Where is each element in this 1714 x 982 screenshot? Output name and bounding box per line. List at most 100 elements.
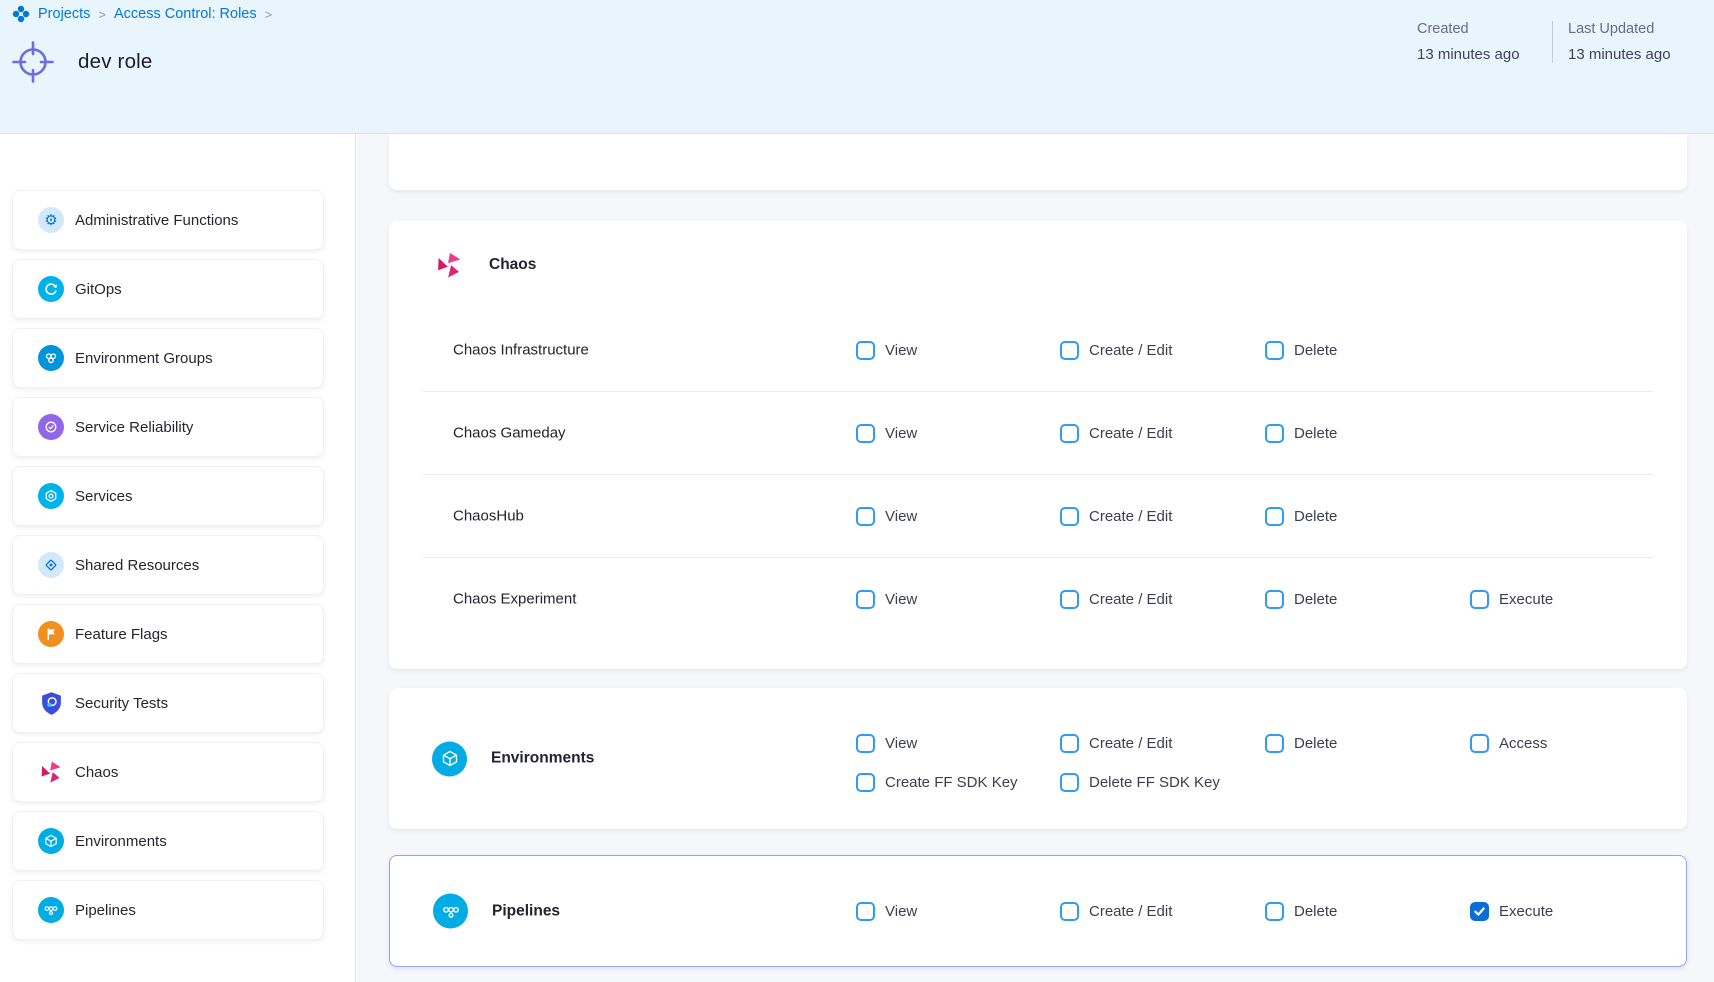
- permission-row-chaos-gameday: Chaos Gameday View Create / Edit Delete: [389, 392, 1687, 474]
- sidebar-item-label: Feature Flags: [75, 626, 168, 643]
- permission-view[interactable]: View: [856, 590, 1060, 609]
- last-updated-block: Last Updated 13 minutes ago: [1552, 21, 1714, 63]
- checkbox[interactable]: [856, 424, 875, 443]
- checkbox[interactable]: [1060, 424, 1079, 443]
- page-header: Projects > Access Control: Roles > dev r…: [0, 0, 1714, 133]
- permission-label: Create / Edit: [1089, 735, 1172, 752]
- module-title: Chaos: [489, 256, 536, 274]
- created-label: Created: [1417, 21, 1552, 37]
- breadcrumb-projects[interactable]: Projects: [38, 6, 90, 22]
- checkbox[interactable]: [1265, 734, 1284, 753]
- checkbox[interactable]: [1060, 734, 1079, 753]
- permission-create-edit[interactable]: Create / Edit: [1060, 734, 1265, 753]
- permission-access[interactable]: Access: [1470, 734, 1547, 753]
- checkbox[interactable]: [856, 590, 875, 609]
- permission-delete[interactable]: Delete: [1265, 590, 1470, 609]
- permission-label: Delete: [1294, 735, 1337, 752]
- checkbox[interactable]: [1060, 507, 1079, 526]
- resource-category-sidebar: ⚙ Administrative Functions GitOps Enviro…: [0, 134, 356, 982]
- checkbox[interactable]: [1060, 773, 1079, 792]
- checkbox[interactable]: [856, 773, 875, 792]
- chaos-permissions-card: Chaos Chaos Infrastructure View Create /…: [389, 221, 1687, 669]
- permission-label: Execute: [1499, 903, 1553, 920]
- permission-execute[interactable]: Execute: [1470, 590, 1687, 609]
- permission-label: Create / Edit: [1089, 903, 1172, 920]
- sidebar-item-administrative-functions[interactable]: ⚙ Administrative Functions: [12, 190, 324, 250]
- permission-delete[interactable]: Delete: [1265, 424, 1470, 443]
- checkbox[interactable]: [1265, 341, 1284, 360]
- sidebar-item-shared-resources[interactable]: Shared Resources: [12, 535, 324, 595]
- sidebar-item-label: Security Tests: [75, 695, 168, 712]
- permission-delete-ff-sdk-key[interactable]: Delete FF SDK Key: [1060, 773, 1265, 792]
- sidebar-item-label: Pipelines: [75, 902, 136, 919]
- sidebar-item-gitops[interactable]: GitOps: [12, 259, 324, 319]
- permission-label: Create / Edit: [1089, 508, 1172, 525]
- checkbox[interactable]: [1060, 341, 1079, 360]
- breadcrumb-separator: >: [98, 7, 106, 22]
- permission-delete[interactable]: Delete: [1265, 734, 1470, 753]
- resource-label: ChaosHub: [453, 508, 524, 525]
- permission-create-edit[interactable]: Create / Edit: [1060, 341, 1265, 360]
- sidebar-item-feature-flags[interactable]: Feature Flags: [12, 604, 324, 664]
- page-title: dev role: [78, 50, 153, 74]
- permission-label: View: [885, 425, 917, 442]
- checkbox[interactable]: [1470, 734, 1489, 753]
- resource-label: Chaos Infrastructure: [453, 342, 589, 359]
- checkbox[interactable]: [1060, 590, 1079, 609]
- permission-view[interactable]: View: [856, 734, 1060, 753]
- permission-label: Create FF SDK Key: [885, 774, 1018, 791]
- permission-execute[interactable]: Execute: [1470, 902, 1553, 921]
- permission-label: View: [885, 508, 917, 525]
- sidebar-item-chaos[interactable]: Chaos: [12, 742, 324, 802]
- projects-logo-icon: [12, 5, 30, 23]
- permission-create-edit[interactable]: Create / Edit: [1060, 507, 1265, 526]
- permission-label: View: [885, 735, 917, 752]
- sidebar-item-environments[interactable]: Environments: [12, 811, 324, 871]
- pipelines-chain-icon: [433, 894, 468, 929]
- permission-label: Delete: [1294, 903, 1337, 920]
- breadcrumb-roles[interactable]: Access Control: Roles: [114, 6, 257, 22]
- checkbox[interactable]: [856, 902, 875, 921]
- permission-view[interactable]: View: [856, 507, 1060, 526]
- sidebar-item-security-tests[interactable]: Security Tests: [12, 673, 324, 733]
- permission-row-chaos-infrastructure: Chaos Infrastructure View Create / Edit …: [389, 309, 1687, 391]
- permission-create-edit[interactable]: Create / Edit: [1060, 902, 1265, 921]
- permission-delete[interactable]: Delete: [1265, 902, 1470, 921]
- sidebar-item-pipelines[interactable]: Pipelines: [12, 880, 324, 940]
- permission-view[interactable]: View: [856, 902, 1060, 921]
- checkbox[interactable]: [856, 341, 875, 360]
- permission-delete[interactable]: Delete: [1265, 507, 1470, 526]
- permission-label: Create / Edit: [1089, 342, 1172, 359]
- permission-view[interactable]: View: [856, 341, 1060, 360]
- permission-delete[interactable]: Delete: [1265, 341, 1470, 360]
- checkbox[interactable]: [1265, 424, 1284, 443]
- permission-create-edit[interactable]: Create / Edit: [1060, 424, 1265, 443]
- checkbox[interactable]: [1470, 590, 1489, 609]
- permission-label: Access: [1499, 735, 1547, 752]
- last-updated-value: 13 minutes ago: [1568, 46, 1714, 63]
- sidebar-item-services[interactable]: Services: [12, 466, 324, 526]
- chaos-card-header: Chaos: [389, 221, 1687, 309]
- permission-label: Create / Edit: [1089, 591, 1172, 608]
- checkbox[interactable]: [856, 734, 875, 753]
- permissions-panel: Chaos Chaos Infrastructure View Create /…: [357, 134, 1714, 982]
- breadcrumb: Projects > Access Control: Roles >: [12, 5, 272, 23]
- checkbox[interactable]: [856, 507, 875, 526]
- sidebar-item-environment-groups[interactable]: Environment Groups: [12, 328, 324, 388]
- checkbox[interactable]: [1265, 590, 1284, 609]
- environment-groups-icon: [38, 345, 64, 371]
- checkbox[interactable]: [1470, 902, 1489, 921]
- checkbox[interactable]: [1060, 902, 1079, 921]
- permission-view[interactable]: View: [856, 424, 1060, 443]
- permission-create-edit[interactable]: Create / Edit: [1060, 590, 1265, 609]
- roles-permission-page: Projects > Access Control: Roles > dev r…: [0, 0, 1714, 982]
- permission-create-ff-sdk-key[interactable]: Create FF SDK Key: [856, 773, 1060, 792]
- created-value: 13 minutes ago: [1417, 46, 1552, 63]
- sidebar-item-label: Service Reliability: [75, 419, 193, 436]
- checkbox[interactable]: [1265, 507, 1284, 526]
- checkbox[interactable]: [1265, 902, 1284, 921]
- breadcrumb-separator: >: [265, 7, 273, 22]
- sidebar-item-service-reliability[interactable]: Service Reliability: [12, 397, 324, 457]
- sidebar-item-label: Chaos: [75, 764, 118, 781]
- environments-permissions: View Create / Edit Delete Access: [856, 733, 1547, 792]
